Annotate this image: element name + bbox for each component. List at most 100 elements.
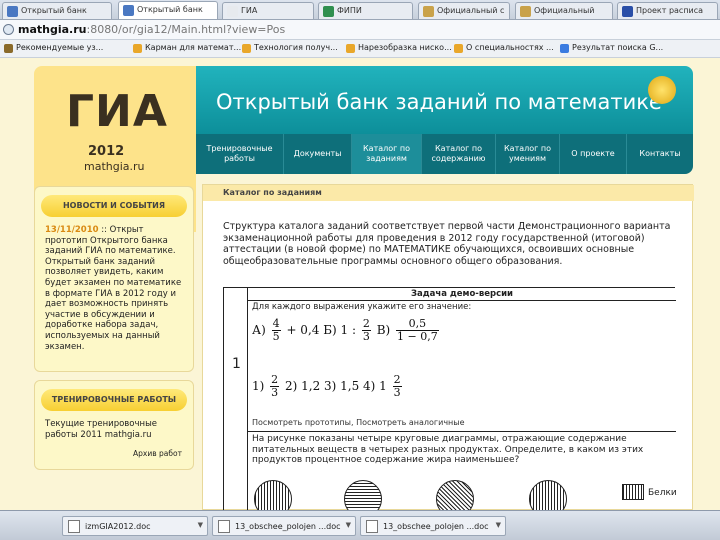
bookmark-2[interactable]: Карман для математ... — [133, 43, 241, 53]
document-icon — [218, 520, 230, 533]
google-icon — [560, 44, 569, 53]
browser-tab-1[interactable]: Открытый банк — [2, 2, 112, 19]
menu-item-training[interactable]: Тренировочные работы — [196, 134, 284, 174]
taskbar-label: izmGIA2012.doc — [85, 522, 151, 531]
training-text[interactable]: Текущие тренировочные работы 2011 mathgi… — [45, 419, 187, 440]
expr-b-fraction: 23 — [361, 318, 371, 343]
legend-swatch — [622, 484, 644, 500]
web-page: ГИА 2012 mathgia.ru Открытый банк задани… — [0, 58, 720, 518]
url-text[interactable]: mathgia.ru:8080/or/gia12/Main.html?view=… — [18, 23, 285, 36]
expr-a-label: А) — [252, 323, 266, 337]
site-banner: Открытый банк заданий по математике — [196, 66, 693, 134]
legend-label: Белки — [648, 488, 677, 498]
answer-1-fraction: 23 — [270, 374, 280, 399]
document-icon — [366, 520, 378, 533]
training-box: ТРЕНИРОВОЧНЫЕ РАБОТЫ Текущие тренировочн… — [34, 380, 194, 470]
bookmark-label: Рекомендуемые уз... — [16, 43, 104, 52]
news-date[interactable]: 13/11/2010 — [45, 225, 99, 235]
favicon-icon — [123, 5, 134, 16]
chevron-down-icon[interactable]: ▼ — [346, 521, 351, 529]
taskbar-item-3[interactable]: 13_obschee_polojen ...doc ▼ — [360, 516, 506, 536]
denominator: 5 — [272, 330, 280, 343]
task2-text: На рисунке показаны четыре круговые диаг… — [252, 434, 644, 465]
bookmark-4[interactable]: Нарезобразка ниско... — [346, 43, 452, 53]
menu-item-documents[interactable]: Документы — [284, 134, 352, 174]
bookmark-3[interactable]: Технология получ... — [242, 43, 338, 53]
bookmark-6[interactable]: Результат поиска G... — [560, 43, 663, 53]
browser-tab-3[interactable]: ГИА — [222, 2, 314, 19]
browser-tab-2-active[interactable]: Открытый банк — [118, 1, 218, 19]
browser-tab-bar: Открытый банк Открытый банк ГИА ФИПИ Офи… — [0, 0, 720, 20]
answer-1-prefix: 1) — [252, 379, 265, 393]
address-bar[interactable]: mathgia.ru:8080/or/gia12/Main.html?view=… — [0, 20, 720, 40]
browser-tab-4[interactable]: ФИПИ — [318, 2, 413, 19]
bookmark-icon — [454, 44, 463, 53]
bookmark-icon — [242, 44, 251, 53]
emblem-icon — [423, 6, 434, 17]
task-number: 1 — [232, 356, 241, 372]
intro-text: Структура каталога заданий соответствует… — [223, 221, 671, 267]
task-table: Задача демо-версии 1 Для каждого выражен… — [223, 287, 677, 518]
expr-a-fraction: 45 — [271, 318, 281, 343]
taskbar-item-1[interactable]: izmGIA2012.doc ▼ — [62, 516, 208, 536]
page-icon — [227, 6, 238, 17]
menu-item-contacts[interactable]: Контакты — [627, 134, 693, 174]
browser-tab-7[interactable]: Проект расписа — [617, 2, 718, 19]
bookmark-1[interactable]: Рекомендуемые уз... — [4, 43, 104, 53]
url-path: :8080/or/gia12/Main.html?view=Pos — [86, 23, 286, 36]
browser-tab-6[interactable]: Официальный — [515, 2, 613, 19]
task-links[interactable]: Посмотреть прототипы, Посмотреть аналоги… — [252, 418, 465, 427]
bookmark-icon — [346, 44, 355, 53]
task1-answers: 1) 23 2) 1,2 3) 1,5 4) 1 23 — [252, 374, 404, 399]
favicon-icon — [323, 6, 334, 17]
training-heading: ТРЕНИРОВОЧНЫЕ РАБОТЫ — [41, 389, 187, 411]
menu-item-about[interactable]: О проекте — [560, 134, 627, 174]
tab-title: ГИА — [241, 6, 258, 15]
tab-title: Официальный — [534, 6, 595, 15]
bookmark-label: Нарезобразка ниско... — [358, 43, 452, 52]
taskbar-label: 13_obschee_polojen ...doc — [383, 522, 489, 531]
news-box: НОВОСТИ И СОБЫТИЯ 13/11/2010 :: Открыт п… — [34, 186, 194, 372]
bookmark-label: О специальностях ... — [466, 43, 554, 52]
document-icon — [68, 520, 80, 533]
denominator: 3 — [362, 330, 370, 343]
menu-item-catalog-content[interactable]: Каталог по содержанию — [422, 134, 496, 174]
answer-4-fraction: 23 — [392, 374, 402, 399]
bookmark-5[interactable]: О специальностях ... — [454, 43, 554, 53]
url-host: mathgia.ru — [18, 23, 87, 36]
chevron-down-icon[interactable]: ▼ — [198, 521, 203, 529]
bookmark-icon — [133, 44, 142, 53]
number-column — [224, 288, 248, 518]
menu-item-catalog-tasks[interactable]: Каталог по заданиям — [352, 134, 422, 174]
taskbar-label: 13_obschee_polojen ...doc — [235, 522, 341, 531]
tab-title: Открытый банк — [137, 5, 203, 14]
star-icon — [648, 76, 676, 104]
logo-title: ГИА — [66, 86, 168, 137]
task1-expressions: А) 45 + 0,4 Б) 1 : 23 В) 0,5 1 − 0,7 — [252, 318, 441, 343]
bookmark-label: Технология получ... — [254, 43, 338, 52]
bookmark-icon — [4, 44, 13, 53]
tab-title: Официальный с — [437, 6, 505, 15]
menu-item-catalog-skills[interactable]: Каталог по умениям — [496, 134, 560, 174]
expr-a-rest: + 0,4 — [286, 323, 320, 337]
row-divider — [248, 431, 676, 432]
expr-c-fraction: 0,5 1 − 0,7 — [396, 318, 439, 343]
logo-year: 2012 — [88, 144, 125, 159]
browser-tab-5[interactable]: Официальный с — [418, 2, 510, 19]
logo-site: mathgia.ru — [84, 160, 145, 173]
emblem-icon — [520, 6, 531, 17]
taskbar: izmGIA2012.doc ▼ 13_obschee_polojen ...do… — [0, 510, 720, 540]
taskbar-item-2[interactable]: 13_obschee_polojen ...doc ▼ — [212, 516, 356, 536]
tab-title: ФИПИ — [337, 6, 362, 15]
expr-c-label: В) — [376, 323, 391, 337]
favicon-icon — [7, 6, 18, 17]
tab-title: Проект расписа — [636, 6, 704, 15]
content-heading: Каталог по заданиям — [203, 185, 694, 201]
chevron-down-icon[interactable]: ▼ — [496, 521, 501, 529]
denominator: 1 − 0,7 — [397, 330, 438, 343]
tab-title: Открытый банк — [21, 6, 87, 15]
answer-rest: 2) 1,2 3) 1,5 4) 1 — [284, 379, 387, 393]
globe-icon — [3, 24, 14, 35]
archive-link[interactable]: Архив работ — [133, 449, 182, 460]
banner-title: Открытый банк заданий по математике — [216, 90, 662, 114]
